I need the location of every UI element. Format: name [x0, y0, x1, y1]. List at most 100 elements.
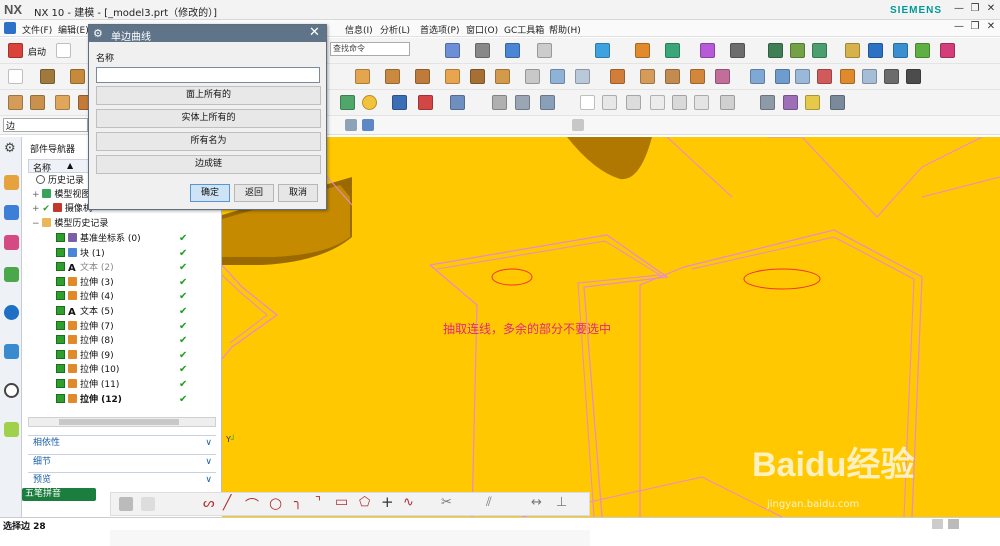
- sort-up-icon[interactable]: ▲: [67, 161, 73, 170]
- point-icon[interactable]: [418, 95, 433, 110]
- gear-icon[interactable]: ⚙: [4, 141, 19, 156]
- mirror-icon[interactable]: [392, 95, 407, 110]
- patch-icon[interactable]: [862, 69, 877, 84]
- groove-icon[interactable]: [470, 69, 485, 84]
- visibility-checkbox[interactable]: [56, 349, 65, 359]
- system-materials-icon[interactable]: [4, 422, 19, 437]
- back-button[interactable]: 返回: [234, 184, 274, 202]
- line-tool-icon[interactable]: [450, 95, 465, 110]
- collapse-icon[interactable]: −: [32, 219, 40, 229]
- feature-row[interactable]: 拉伸 (12): [56, 393, 122, 407]
- sphere-icon[interactable]: [362, 95, 377, 110]
- snap-point-icon[interactable]: [572, 119, 584, 131]
- curve-icon[interactable]: [540, 95, 555, 110]
- graphics-window[interactable]: 抽取连线，多余的部分不要选中 Y┘ Baidu经验 jingyan.baidu.…: [222, 137, 1000, 517]
- fit-view-icon[interactable]: [445, 43, 460, 58]
- chamfer-sketch-icon[interactable]: ⌝: [315, 495, 321, 510]
- visibility-checkbox[interactable]: [56, 262, 65, 272]
- feature-row[interactable]: 块 (1): [56, 247, 105, 261]
- chevron-down-icon[interactable]: ∨: [205, 473, 212, 487]
- assembly-navigator-icon[interactable]: [4, 205, 19, 220]
- constraint-navigator-icon[interactable]: [4, 235, 19, 250]
- render-style-icon[interactable]: [475, 43, 490, 58]
- grid-icon[interactable]: [626, 95, 641, 110]
- shell-icon[interactable]: [8, 95, 23, 110]
- visibility-checkbox[interactable]: [56, 379, 65, 388]
- name-input[interactable]: [96, 67, 320, 83]
- extract-icon[interactable]: [884, 69, 899, 84]
- dialog-title-bar[interactable]: ⚙ 单边曲线 ✕: [89, 25, 326, 43]
- swept-icon[interactable]: [795, 69, 810, 84]
- doc-minimize-icon[interactable]: —: [952, 21, 966, 34]
- trim-body-icon[interactable]: [550, 69, 565, 84]
- layer-icon[interactable]: [595, 43, 610, 58]
- menu-gc-toolbox[interactable]: GC工具箱: [504, 23, 544, 36]
- offset-surface-icon[interactable]: [817, 69, 832, 84]
- feature-row[interactable]: A 文本 (2): [56, 262, 114, 275]
- feature-row[interactable]: 拉伸 (11): [56, 379, 119, 392]
- drafting-icon[interactable]: [845, 43, 860, 58]
- part-navigator-icon[interactable]: [4, 175, 19, 190]
- visibility-checkbox[interactable]: [56, 247, 65, 257]
- unite-icon[interactable]: [610, 69, 625, 84]
- feature-row[interactable]: 拉伸 (3): [56, 276, 114, 290]
- through-curves-icon[interactable]: [775, 69, 790, 84]
- helix-icon[interactable]: [515, 95, 530, 110]
- all-on-body-button[interactable]: 实体上所有的: [96, 109, 321, 128]
- boss-icon[interactable]: [385, 69, 400, 84]
- command-search-input[interactable]: 查找命令: [330, 42, 410, 56]
- tree-node-model-history[interactable]: − 模型历史记录: [32, 218, 108, 231]
- datum-icon[interactable]: [40, 69, 55, 84]
- all-named-button[interactable]: 所有名为: [96, 132, 321, 151]
- finish-sketch-icon[interactable]: [119, 497, 133, 511]
- tree-node-model-views[interactable]: + 模型视图: [32, 189, 90, 202]
- pocket-icon[interactable]: [445, 69, 460, 84]
- close-icon[interactable]: ✕: [984, 3, 998, 16]
- section-preview[interactable]: 预览 ∨: [28, 472, 216, 487]
- visibility-checkbox[interactable]: [56, 276, 65, 286]
- section-dependencies[interactable]: 相依性 ∨: [28, 435, 216, 450]
- visibility-checkbox[interactable]: [56, 291, 65, 301]
- thread-icon[interactable]: [525, 69, 540, 84]
- edge-blend-icon[interactable]: [690, 69, 705, 84]
- visibility-checkbox[interactable]: [56, 364, 65, 374]
- visibility-checkbox[interactable]: [56, 393, 65, 403]
- menu-window[interactable]: 窗口(O): [466, 23, 498, 36]
- brush-icon[interactable]: [830, 95, 845, 110]
- slot-icon[interactable]: [495, 69, 510, 84]
- status-icon-1[interactable]: [932, 519, 943, 529]
- ok-button[interactable]: 确定: [190, 184, 230, 202]
- intersect-icon[interactable]: [665, 69, 680, 84]
- new-icon[interactable]: [56, 43, 71, 58]
- menu-preferences[interactable]: 首选项(P): [420, 23, 459, 36]
- pattern-icon[interactable]: [340, 95, 355, 110]
- background-icon[interactable]: [537, 43, 552, 58]
- note-icon[interactable]: [672, 95, 687, 110]
- dimension-sketch-icon[interactable]: ↔: [531, 495, 542, 510]
- fit-tolerance-icon[interactable]: [720, 95, 735, 110]
- sketch-settings-icon[interactable]: [141, 497, 155, 511]
- split-body-icon[interactable]: [575, 69, 590, 84]
- ime-indicator[interactable]: 五笔拼音: [22, 488, 96, 501]
- cancel-button[interactable]: 取消: [278, 184, 318, 202]
- menu-analysis[interactable]: 分析(L): [380, 23, 410, 36]
- constraint-sketch-icon[interactable]: ⊥: [556, 495, 567, 510]
- pen-icon[interactable]: [783, 95, 798, 110]
- line-icon[interactable]: ╱: [223, 495, 231, 511]
- offset-curve-icon[interactable]: ⫽: [486, 495, 492, 510]
- horizontal-scrollbar[interactable]: [28, 417, 216, 427]
- rib-icon[interactable]: [55, 95, 70, 110]
- machine-icon[interactable]: [893, 43, 908, 58]
- section-details[interactable]: 细节 ∨: [28, 454, 216, 469]
- circle-icon[interactable]: ○: [269, 494, 282, 512]
- tree-node-camera[interactable]: + ✔ 摄像机: [32, 203, 92, 216]
- chevron-down-icon[interactable]: ∨: [205, 436, 212, 450]
- start-icon[interactable]: [8, 43, 23, 58]
- component-icon[interactable]: [790, 43, 805, 58]
- expand-icon[interactable]: +: [32, 204, 40, 214]
- web-browser-icon[interactable]: [4, 344, 19, 359]
- table-icon[interactable]: [602, 95, 617, 110]
- wcs-icon[interactable]: [700, 43, 715, 58]
- tape-icon[interactable]: [805, 95, 820, 110]
- close-icon[interactable]: ✕: [309, 25, 320, 40]
